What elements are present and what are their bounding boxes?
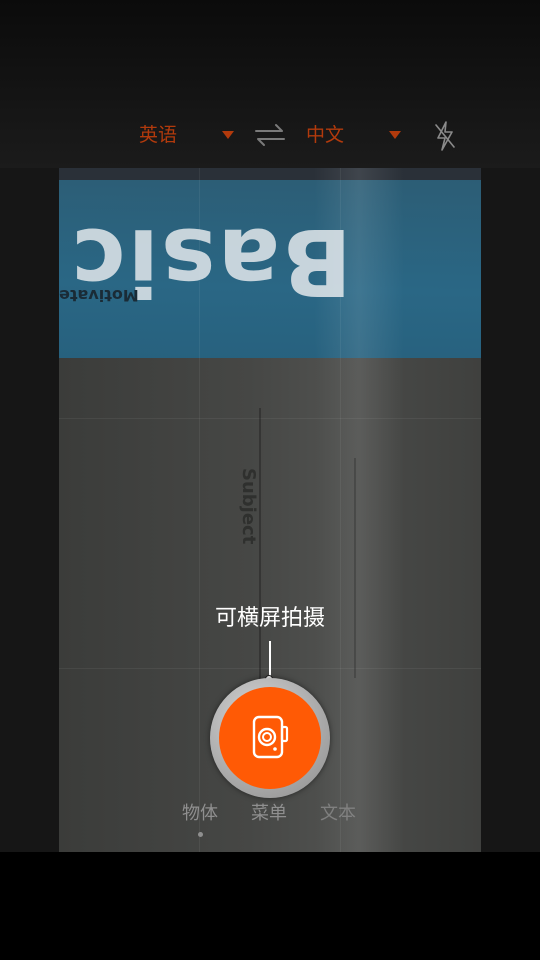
source-language-selector[interactable]: 英语 <box>139 120 177 150</box>
source-language-dropdown-icon[interactable] <box>222 131 234 139</box>
bottom-bar <box>0 852 540 960</box>
preview-subtitle-text: Motivate <box>59 286 139 305</box>
right-margin <box>481 168 540 852</box>
mode-tab-text[interactable]: 文本 <box>320 802 356 826</box>
hint-pointer-line <box>269 641 271 677</box>
target-language-dropdown-icon[interactable] <box>389 131 401 139</box>
camera-icon <box>252 715 289 759</box>
target-language-selector[interactable]: 中文 <box>306 120 344 150</box>
selected-mode-indicator <box>198 832 203 837</box>
mode-tab-menu[interactable]: 菜单 <box>251 802 287 826</box>
flash-auto-icon[interactable] <box>433 120 457 152</box>
preview-side-text: Subject <box>238 468 259 545</box>
left-margin <box>0 168 59 852</box>
camera-translate-screen: 英语 中文 Basic Motivate Subject 可横屏拍摄 物体 菜单… <box>0 0 540 960</box>
mode-tab-object[interactable]: 物体 <box>182 802 218 826</box>
swap-arrows-icon[interactable] <box>254 122 286 148</box>
book-cover-edge <box>59 168 481 180</box>
landscape-hint-text: 可横屏拍摄 <box>214 606 325 631</box>
grid-line <box>59 418 481 419</box>
